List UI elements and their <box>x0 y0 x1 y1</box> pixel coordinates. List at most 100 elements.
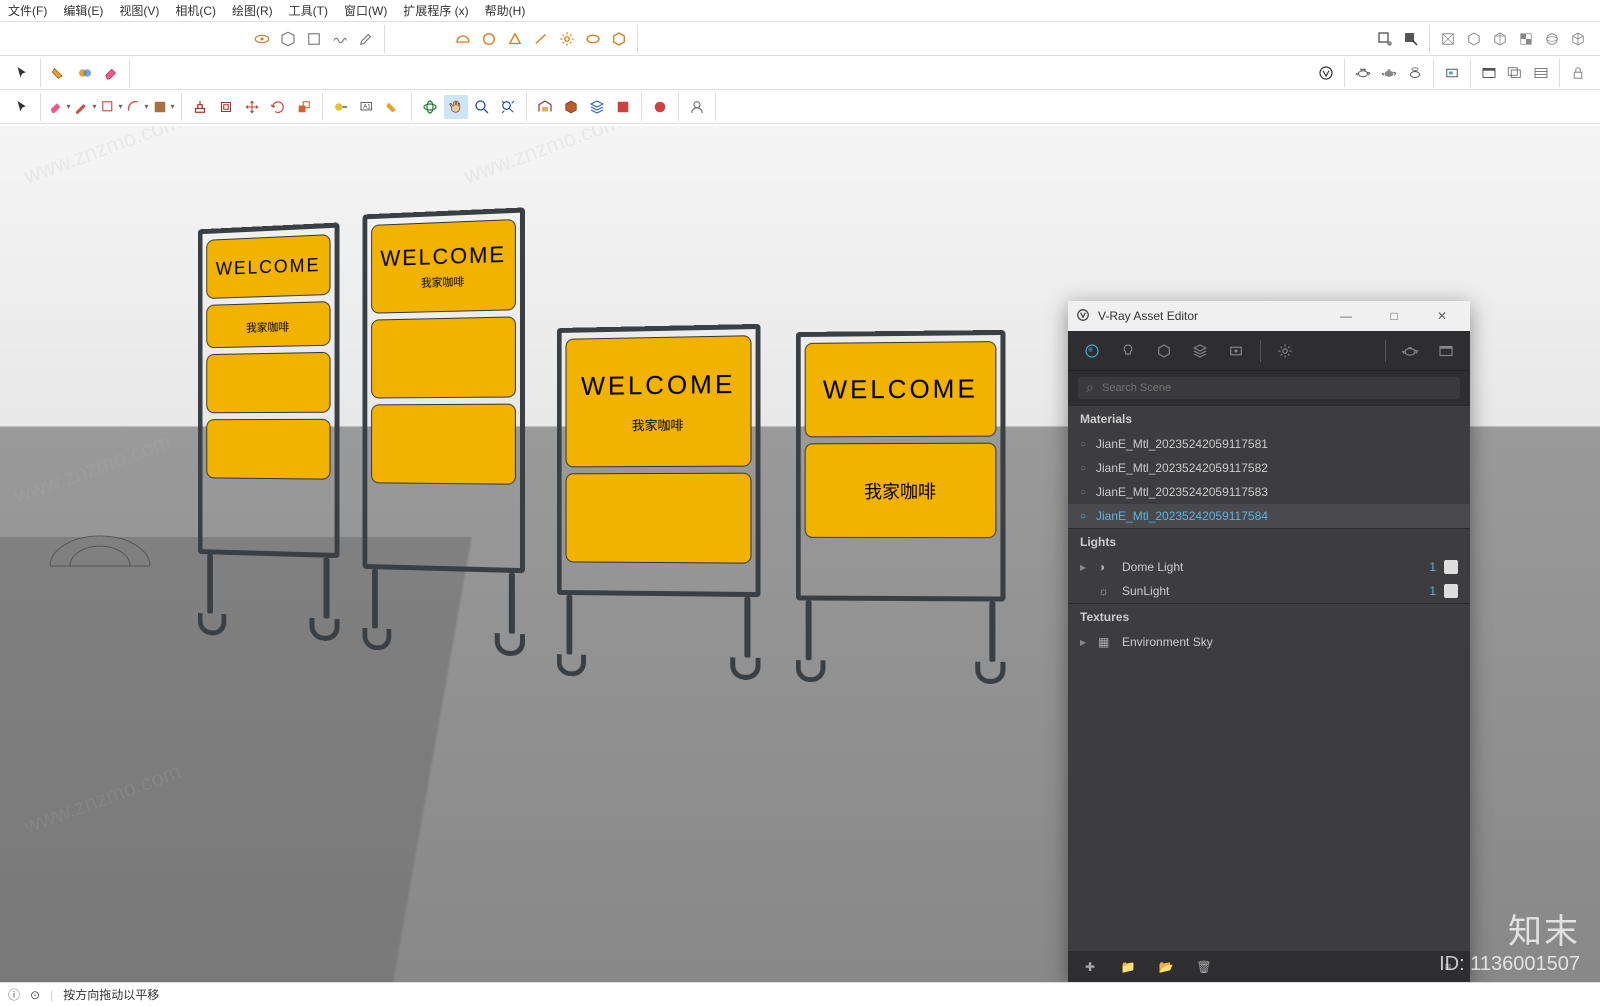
expand-icon[interactable]: ▸ <box>1080 635 1090 649</box>
menu-tools[interactable]: 工具(T) <box>289 2 328 19</box>
batch-render-icon[interactable] <box>1529 61 1553 85</box>
eraser-tool-icon[interactable] <box>47 95 71 119</box>
teapot-cloud-icon[interactable] <box>1403 61 1427 85</box>
cube-outline-icon[interactable] <box>1566 27 1590 51</box>
pencil-tool-icon[interactable] <box>73 95 97 119</box>
vray-cube-icon[interactable] <box>607 27 631 51</box>
arc-tool-icon[interactable] <box>125 95 149 119</box>
status-info-icon[interactable]: ⓘ <box>8 986 20 1003</box>
component-icon[interactable] <box>559 95 583 119</box>
camera-orbit-icon[interactable] <box>250 27 274 51</box>
brush-icon[interactable] <box>354 27 378 51</box>
maximize-button[interactable]: □ <box>1374 309 1414 323</box>
vray-line-icon[interactable] <box>529 27 553 51</box>
select-arrow-icon[interactable] <box>10 61 34 85</box>
warehouse-icon[interactable] <box>533 95 557 119</box>
export-button[interactable]: 📂 <box>1154 960 1178 974</box>
scale-tool-icon[interactable] <box>292 95 316 119</box>
light-toggle[interactable] <box>1444 584 1458 598</box>
zoom-extents-icon[interactable] <box>496 95 520 119</box>
move-tool-icon[interactable] <box>240 95 264 119</box>
menu-view[interactable]: 视图(V) <box>119 2 159 19</box>
plugin-icon[interactable] <box>648 95 672 119</box>
menu-draw[interactable]: 绘图(R) <box>232 2 273 19</box>
select-region-icon[interactable] <box>1373 27 1397 51</box>
close-button[interactable]: ✕ <box>1422 309 1462 323</box>
menu-help[interactable]: 帮助(H) <box>485 2 526 19</box>
material-item[interactable]: JianE_Mtl_20235242059117583 <box>1068 480 1470 504</box>
vray-title-bar[interactable]: V-Ray Asset Editor — □ ✕ <box>1068 301 1470 331</box>
eraser-icon[interactable] <box>99 61 123 85</box>
import-button[interactable]: 📁 <box>1116 960 1140 974</box>
vray-logo-icon[interactable] <box>1314 61 1338 85</box>
tab-geometry-icon[interactable] <box>1148 335 1180 367</box>
expand-icon[interactable]: ▸ <box>1080 560 1090 574</box>
section-materials: Materials <box>1068 405 1470 432</box>
texture-item[interactable]: ▸ ▦ Environment Sky <box>1068 630 1470 654</box>
menu-window[interactable]: 窗口(W) <box>344 2 387 19</box>
vray-dome-icon[interactable] <box>451 27 475 51</box>
offset-icon[interactable] <box>214 95 238 119</box>
material-item[interactable]: JianE_Mtl_20235242059117582 <box>1068 456 1470 480</box>
rotate-tool-icon[interactable] <box>266 95 290 119</box>
iso-view-icon[interactable] <box>276 27 300 51</box>
pan-icon[interactable] <box>444 95 468 119</box>
material-item[interactable]: JianE_Mtl_20235242059117581 <box>1068 432 1470 456</box>
menu-extensions[interactable]: 扩展程序 (x) <box>403 2 468 19</box>
teapot-shaded-icon[interactable] <box>1377 61 1401 85</box>
tab-render-icon[interactable] <box>1220 335 1252 367</box>
search-input[interactable] <box>1078 377 1460 399</box>
tab-materials-icon[interactable] <box>1076 335 1108 367</box>
viewport-3d[interactable]: WELCOME 我家咖啡 WELCOME我家咖啡 WELCOME我家咖啡 WEL… <box>0 126 1600 982</box>
user-icon[interactable] <box>685 95 709 119</box>
vray-sphere-icon[interactable] <box>477 27 501 51</box>
extension-icon[interactable] <box>611 95 635 119</box>
text-tool-icon[interactable]: A1 <box>355 95 379 119</box>
frame-buffer-vray-icon[interactable] <box>1430 335 1462 367</box>
status-help-icon[interactable]: ⊙ <box>30 988 40 1002</box>
minimize-button[interactable]: — <box>1326 309 1366 323</box>
tab-lights-icon[interactable] <box>1112 335 1144 367</box>
vray-cone-icon[interactable] <box>503 27 527 51</box>
menu-camera[interactable]: 相机(C) <box>175 2 216 19</box>
menu-file[interactable]: 文件(F) <box>8 2 47 19</box>
material-item[interactable]: JianE_Mtl_20235242059117584 <box>1068 504 1470 528</box>
zoom-icon[interactable] <box>470 95 494 119</box>
tape-measure-icon[interactable] <box>329 95 353 119</box>
light-item[interactable]: ▸ ◑ Dome Light 1 <box>1068 555 1470 579</box>
light-item[interactable]: ☼ SunLight 1 <box>1068 579 1470 603</box>
frame-multi-icon[interactable] <box>1503 61 1527 85</box>
layers-icon[interactable] <box>585 95 609 119</box>
delete-button[interactable]: 🗑 <box>1192 960 1216 974</box>
arrow-tool-icon[interactable] <box>10 95 34 119</box>
pushpull-icon[interactable] <box>188 95 212 119</box>
watermark-diagonal: www.znzmo.com <box>21 126 185 189</box>
orbit-icon[interactable] <box>418 95 442 119</box>
bucket-icon[interactable] <box>47 61 71 85</box>
frame-buffer-icon[interactable] <box>1477 61 1501 85</box>
menu-edit[interactable]: 编辑(E) <box>63 2 103 19</box>
tab-layers-icon[interactable] <box>1184 335 1216 367</box>
lock-render-icon[interactable] <box>1566 61 1590 85</box>
textured-box-icon[interactable] <box>1488 27 1512 51</box>
render-region-icon[interactable] <box>1440 61 1464 85</box>
add-asset-button[interactable]: ✚ <box>1078 960 1102 974</box>
sphere-preview-icon[interactable] <box>1540 27 1564 51</box>
tab-settings-icon[interactable] <box>1269 335 1301 367</box>
waves-icon[interactable] <box>328 27 352 51</box>
wireframe-icon[interactable] <box>1436 27 1460 51</box>
box-icon[interactable] <box>302 27 326 51</box>
light-toggle[interactable] <box>1444 560 1458 574</box>
vray-sun-icon[interactable] <box>555 27 579 51</box>
render-teapot-icon[interactable] <box>1394 335 1426 367</box>
checker-icon[interactable] <box>1514 27 1538 51</box>
material-swatch-icon[interactable] <box>73 61 97 85</box>
swatch-tool-icon[interactable] <box>151 95 175 119</box>
select-scene-icon[interactable] <box>1399 27 1423 51</box>
shaded-box-icon[interactable] <box>1462 27 1486 51</box>
vray-ellipse-icon[interactable] <box>581 27 605 51</box>
teapot-outline-icon[interactable] <box>1351 61 1375 85</box>
toolbar-row-2 <box>0 56 1600 90</box>
paint-bucket-icon[interactable] <box>381 95 405 119</box>
shape-tool-icon[interactable] <box>99 95 123 119</box>
